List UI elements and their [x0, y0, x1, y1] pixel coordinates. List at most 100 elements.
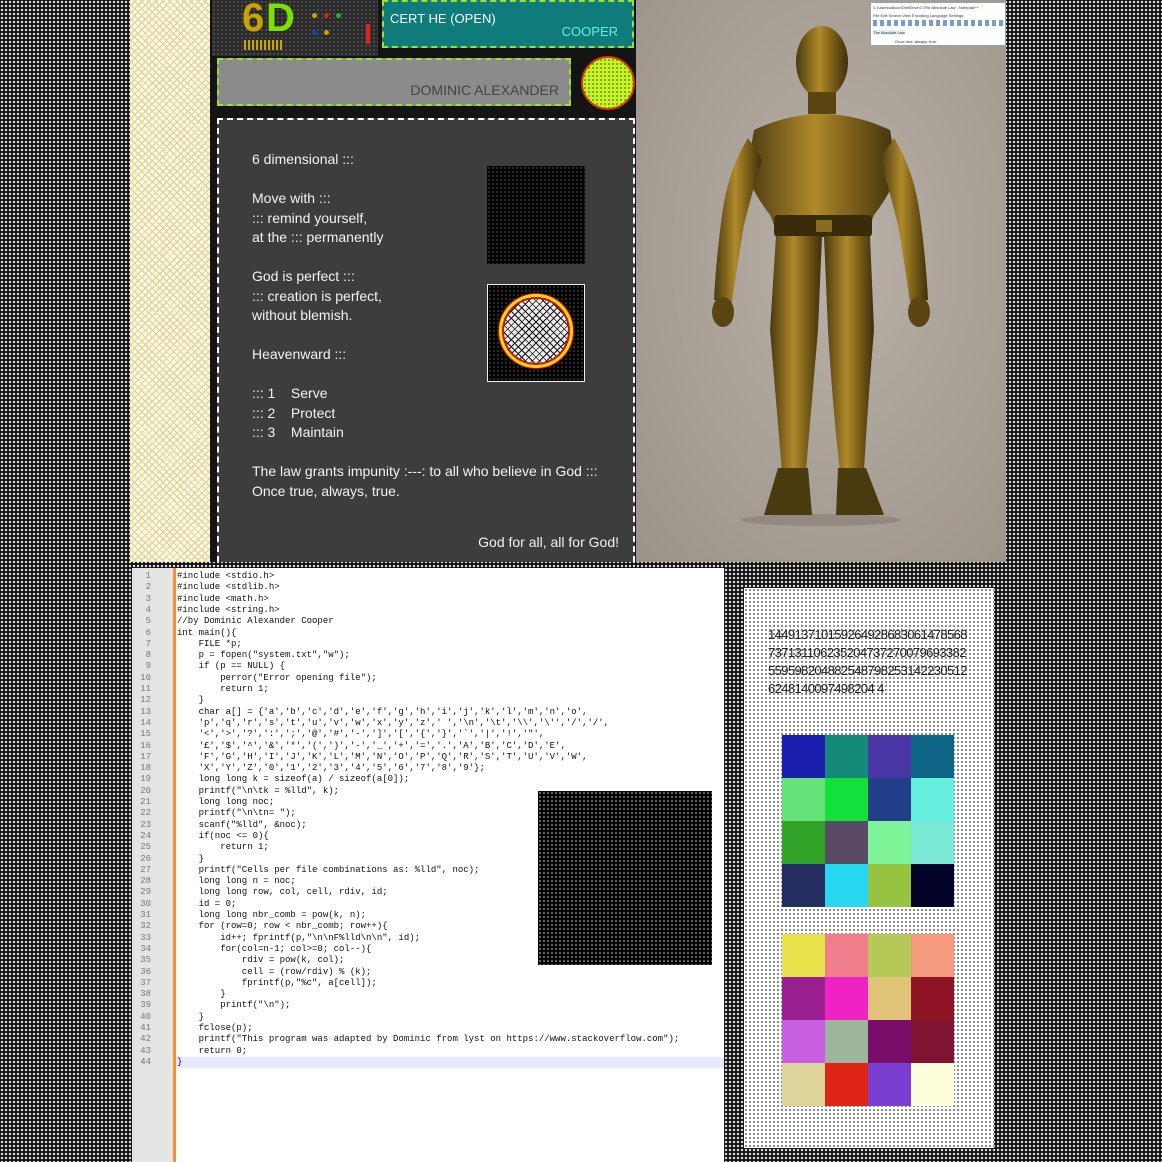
led-icon — [312, 13, 317, 18]
armored-figure-icon — [712, 26, 930, 526]
green-circle-emblem — [581, 56, 635, 110]
code-line[interactable]: if (p == NULL) { — [177, 661, 285, 672]
color-swatch — [782, 778, 825, 821]
line-number: 32 — [140, 921, 151, 932]
line-number: 39 — [140, 1000, 151, 1011]
line-number: 30 — [140, 898, 151, 909]
creed-footer: God for all, all for God! — [478, 534, 619, 550]
code-line[interactable]: #include <stdlib.h> — [177, 582, 280, 593]
cert-header: CERT HE (OPEN) COOPER — [382, 0, 634, 48]
line-number: 7 — [145, 638, 151, 649]
creed-line: God is perfect ::: — [252, 268, 355, 284]
color-swatch — [825, 778, 868, 821]
code-line[interactable]: if(noc <= 0){ — [177, 831, 269, 842]
code-line[interactable]: long long n = noc; — [177, 876, 296, 887]
line-number: 9 — [145, 661, 151, 672]
creed-line: without blemish. — [252, 307, 353, 323]
code-line[interactable]: //by Dominic Alexander Cooper — [177, 616, 334, 627]
line-number: 33 — [140, 932, 151, 943]
line-number: 6 — [145, 627, 151, 638]
line-number: 41 — [140, 1023, 151, 1033]
color-swatch — [911, 864, 954, 907]
code-line[interactable]: printf("This program was adapted by Domi… — [177, 1034, 680, 1045]
code-line[interactable]: } — [177, 1012, 204, 1023]
color-swatch — [911, 778, 954, 821]
creed-line: ::: 1 Serve — [252, 385, 328, 401]
creed-line: The law grants impunity :---: to all who… — [252, 463, 598, 479]
code-line[interactable]: printf("\n"); — [177, 1000, 290, 1011]
ring-emblem-box — [487, 284, 585, 382]
cert-title: CERT HE (OPEN) — [390, 11, 496, 26]
color-swatch — [911, 934, 954, 977]
code-line[interactable]: long long row, col, cell, rdiv, id; — [177, 887, 388, 898]
code-line[interactable]: } — [177, 989, 225, 1000]
code-line[interactable]: fclose(p); — [177, 1023, 253, 1034]
color-swatch — [911, 735, 954, 778]
code-line[interactable]: } — [177, 854, 204, 865]
code-line[interactable]: return 0; — [177, 1046, 248, 1057]
code-editor[interactable]: 1 2 3 4 5 6 7 8 9 10 11 12 13 14 15 16 17 18 19 20 21 22 23 24 2… — [132, 568, 724, 1162]
editor-tab[interactable]: The Absolute Law — [873, 30, 905, 35]
line-number: 27 — [140, 864, 151, 875]
code-line[interactable]: for (row=0; row < nbr_comb; row++){ — [177, 921, 388, 932]
line-number: 16 — [140, 740, 151, 751]
cert-surname: COOPER — [561, 24, 618, 39]
color-swatch — [782, 1020, 825, 1063]
code-line[interactable]: int main(){ — [177, 628, 236, 639]
line-number: 35 — [140, 955, 151, 966]
color-swatch — [868, 977, 911, 1020]
code-line[interactable]: long long k = sizeof(a) / sizeof(a[0]); — [177, 774, 410, 785]
code-line[interactable]: char a[] = {'a','b','c','d','e','f','g',… — [177, 707, 588, 718]
line-number: 12 — [140, 695, 151, 706]
code-line[interactable]: cell = (row/rdiv) % (k); — [177, 967, 372, 978]
code-line[interactable]: #include <string.h> — [177, 605, 280, 616]
code-line[interactable]: fprintf(p,"%c", a[cell]); — [177, 978, 377, 989]
code-line[interactable]: 'p','q','r','s','t','u','v','w','x','y',… — [177, 718, 609, 729]
code-line[interactable]: p = fopen("system.txt","w"); — [177, 650, 350, 661]
line-number: 22 — [140, 808, 151, 819]
line-number: 43 — [140, 1045, 151, 1056]
code-line[interactable]: long long noc; — [177, 797, 275, 808]
current-line-highlight — [176, 1057, 724, 1068]
code-line[interactable]: perror("Error opening file"); — [177, 673, 377, 684]
full-name: DOMINIC ALEXANDER — [410, 82, 559, 98]
color-swatch — [911, 1063, 954, 1106]
armored-figure-image — [636, 0, 1006, 562]
code-line[interactable]: 'X','Y','Z','0','1','2','3','4','5','6',… — [177, 763, 485, 774]
notepad-thumbnail-window[interactable]: C:\Users\dacoo\OneDrive\C\The Absolute L… — [870, 2, 1006, 46]
code-line[interactable]: FILE *p; — [177, 639, 242, 650]
code-line[interactable]: #include <math.h> — [177, 594, 269, 605]
line-number: 24 — [140, 830, 151, 841]
line-number: 3 — [145, 593, 151, 604]
code-line[interactable]: 'F','G','H','I','J','K','L','M','N','O',… — [177, 752, 588, 763]
dark-pattern-square — [538, 791, 712, 965]
color-swatch — [782, 864, 825, 907]
toolbar-strip — [873, 20, 1003, 26]
color-swatch — [825, 864, 868, 907]
line-number: 10 — [140, 672, 151, 683]
code-line[interactable]: '<','>','?',':',';','@','#','-',']','[',… — [177, 729, 545, 740]
color-swatch — [782, 934, 825, 977]
code-line[interactable]: #include <stdio.h> — [177, 571, 274, 582]
color-swatch — [825, 1063, 868, 1106]
color-swatch — [911, 977, 954, 1020]
code-line[interactable]: id++; fprintf(p,"\n\nF%lld\n\n", id); — [177, 933, 420, 944]
code-line[interactable]: printf("\n\tk = %lld", k); — [177, 786, 339, 797]
code-line[interactable]: id = 0; — [177, 899, 237, 910]
code-line[interactable]: long long nbr_comb = pow(k, n); — [177, 910, 366, 921]
code-line[interactable]: return 1; — [177, 684, 269, 695]
line-number: 40 — [140, 1011, 151, 1022]
code-line[interactable]: return 1; — [177, 842, 269, 853]
color-swatch — [825, 977, 868, 1020]
code-line[interactable]: '£','$','^','&','*','(',')','-','_','+',… — [177, 741, 566, 752]
code-line[interactable]: scanf("%lld", &noc); — [177, 820, 307, 831]
color-swatch — [911, 821, 954, 864]
code-line[interactable]: rdiv = pow(k, col); — [177, 955, 345, 966]
code-line[interactable]: for(col=n-1; col>=0; col--){ — [177, 944, 371, 955]
color-swatch — [868, 778, 911, 821]
code-line[interactable]: printf("\n\tn= "); — [177, 808, 296, 819]
color-swatch — [868, 1063, 911, 1106]
code-line[interactable]: } — [177, 1057, 182, 1068]
code-line[interactable]: } — [177, 695, 204, 706]
code-line[interactable]: printf("Cells per file combinations as: … — [177, 865, 480, 876]
